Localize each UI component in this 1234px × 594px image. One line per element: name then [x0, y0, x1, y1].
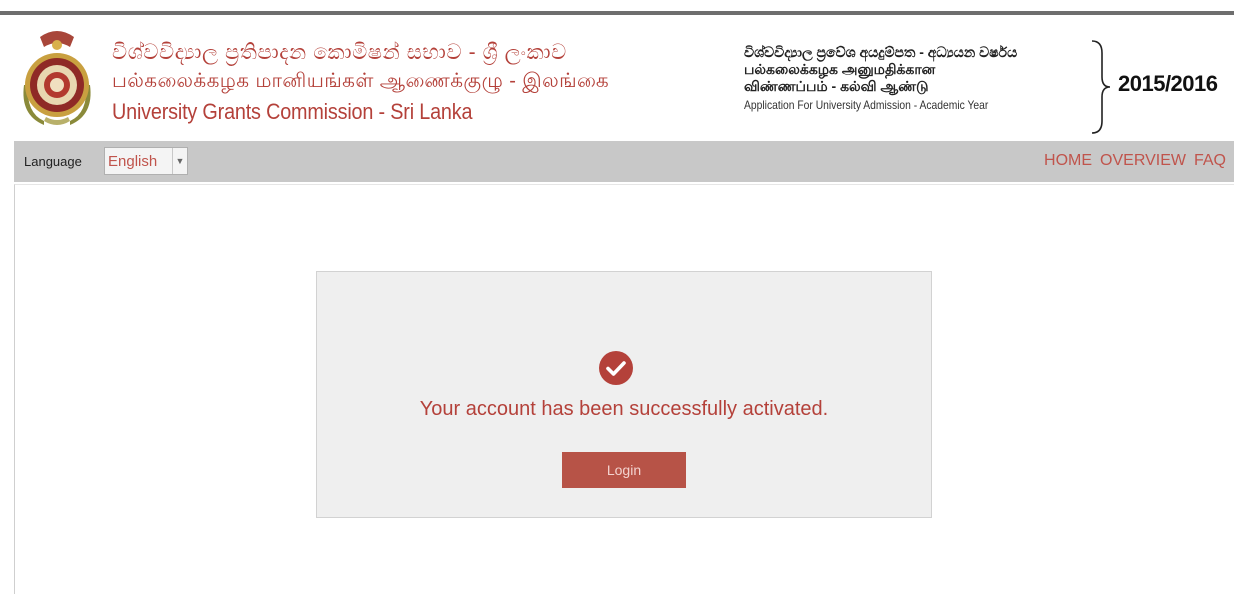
nav-link-home[interactable]: HOME: [1044, 152, 1092, 170]
caret-down-icon: ▼: [172, 148, 187, 174]
navigation-bar: Language English ▼ HOME OVERVIEW FAQ: [14, 141, 1234, 182]
app-title-sinhala: විශ්වවිද්‍යාල ප්‍රවේශ අයදුම්පත - අධ්‍යයන…: [744, 44, 1018, 60]
site-header: විශ්වවිද්‍යාල ප්‍රතිපාදන කොමිෂන් සභාව - …: [0, 15, 1234, 141]
nav-link-overview[interactable]: OVERVIEW: [1100, 152, 1186, 170]
university-crest-icon: [23, 31, 91, 125]
org-name-tamil: பல்கலைக்கழக மானியங்கள் ஆணைக்குழு - இலங்க…: [112, 70, 610, 92]
activation-card: Your account has been successfully activ…: [316, 271, 932, 518]
org-name-english: University Grants Commission - Sri Lanka: [112, 99, 473, 124]
app-title-english: Application For University Admission - A…: [744, 98, 989, 112]
language-selected-value: English: [108, 153, 158, 170]
app-title-tamil-2: விண்ணப்பம் - கல்வி ஆண்டு: [744, 78, 929, 94]
org-name-sinhala: විශ්වවිද්‍යාල ප්‍රතිපාදන කොමිෂන් සභාව - …: [112, 41, 567, 64]
app-title-tamil-1: பல்கலைக்கழக அனுமதிக்கான: [744, 61, 936, 77]
organization-name: විශ්වවිද්‍යාල ප්‍රතිපාදන කොමිෂන් සභාව - …: [112, 39, 609, 128]
language-label: Language: [24, 154, 82, 169]
login-button[interactable]: Login: [562, 452, 686, 488]
academic-year: 2015/2016: [1118, 71, 1218, 96]
language-select[interactable]: English ▼: [104, 147, 188, 175]
curly-brace-icon: [1091, 40, 1111, 134]
nav-links: HOME OVERVIEW FAQ: [1044, 152, 1226, 170]
nav-link-faq[interactable]: FAQ: [1194, 152, 1226, 170]
application-title: විශ්වවිද්‍යාල ප්‍රවේශ අයදුම්පත - අධ්‍යයන…: [744, 43, 1080, 115]
activation-message: Your account has been successfully activ…: [419, 398, 829, 420]
check-circle-icon: [599, 351, 633, 385]
